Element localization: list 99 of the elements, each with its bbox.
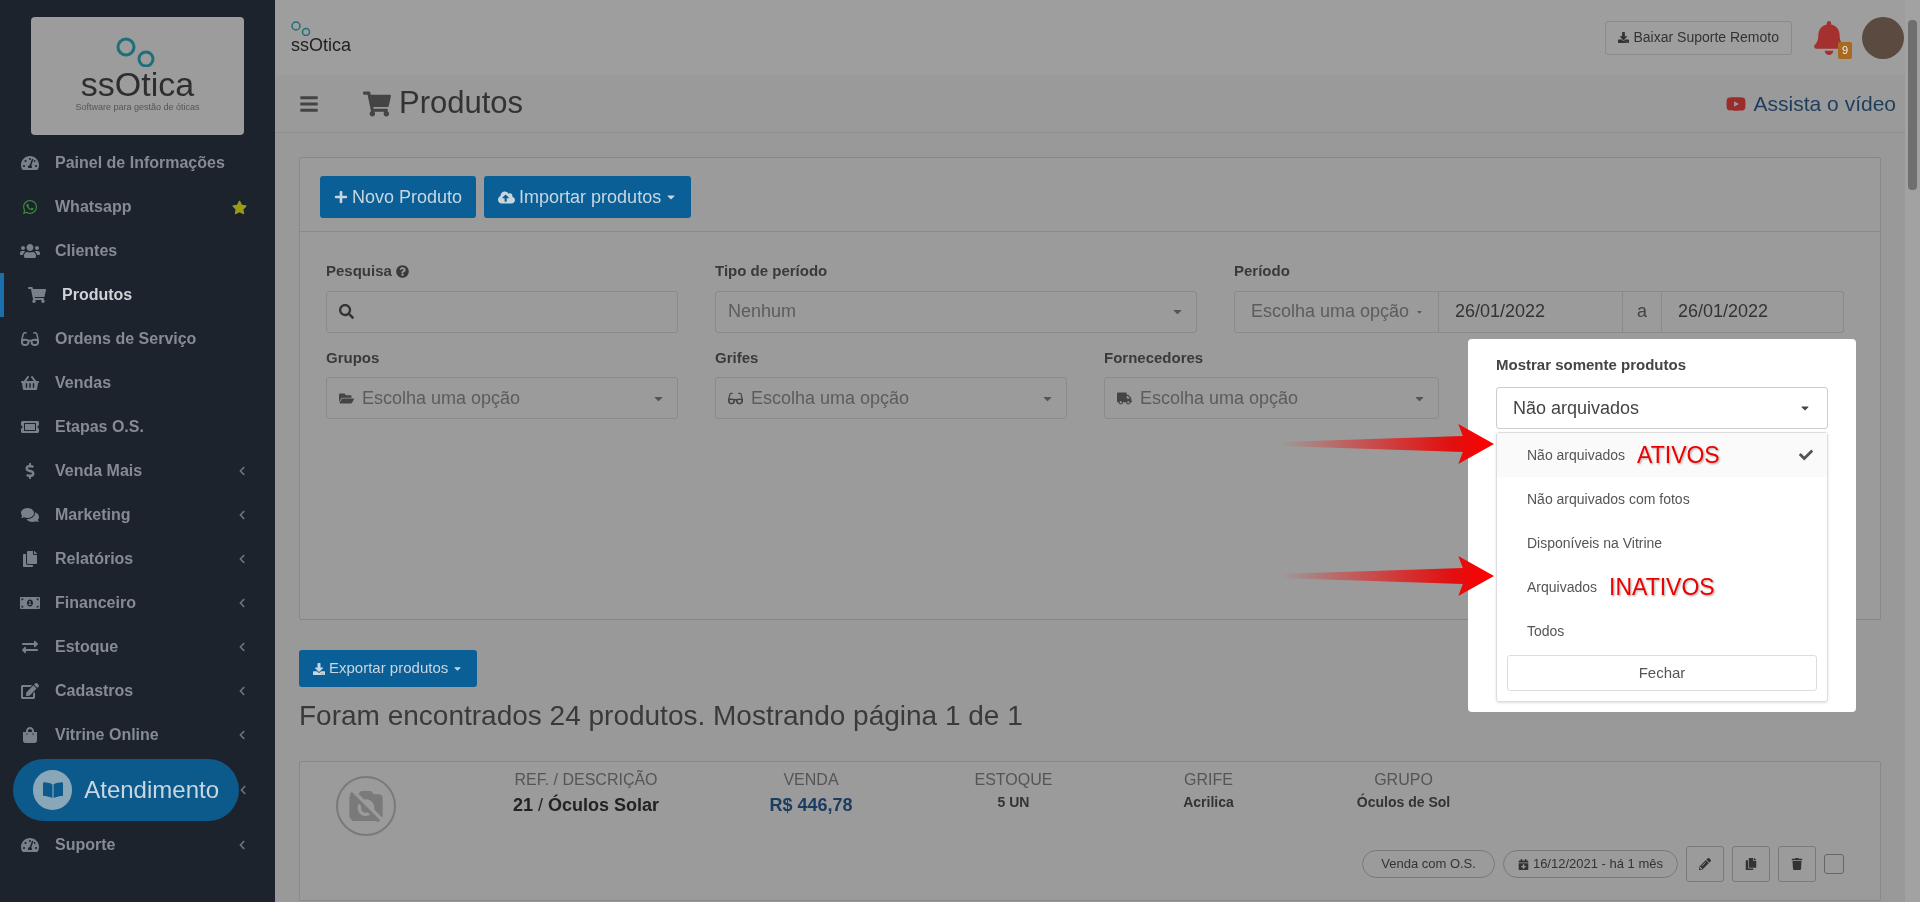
results-summary: Foram encontrados 24 produtos. Mostrando página 1 de 1	[299, 699, 1024, 733]
sidebar-item[interactable]: Estoque	[0, 625, 275, 669]
cart-icon	[27, 287, 47, 303]
sidebar-item[interactable]: Ordens de Serviço	[0, 317, 275, 361]
truck-icon	[1117, 390, 1132, 406]
column-value: 5 UN	[997, 793, 1030, 812]
dropdown-option[interactable]: Não arquivados com fotos	[1497, 477, 1827, 521]
column-header: GRUPO	[1374, 770, 1433, 790]
pencil-icon	[1699, 858, 1711, 870]
edit-icon	[20, 683, 40, 699]
column-value: 21 / Óculos Solar	[512, 793, 660, 817]
sidebar-item[interactable]: Etapas O.S.	[0, 405, 275, 449]
remote-support-button[interactable]: Baixar Suporte Remoto	[1605, 20, 1792, 55]
topbar-logo-text: ssOtica	[291, 36, 351, 54]
close-button[interactable]: Fechar	[1507, 655, 1817, 691]
annotation-label: ATIVOS	[1637, 440, 1720, 470]
sidebar-item[interactable]: Produtos	[0, 273, 275, 317]
gauge-icon	[20, 155, 40, 171]
sidebar-item[interactable]: Cadastros	[0, 669, 275, 713]
ticket-icon	[20, 419, 40, 435]
download-icon	[313, 662, 325, 675]
chat-bubbles-icon	[20, 507, 40, 523]
column-value: R$ 446,78	[769, 794, 853, 817]
search-field[interactable]	[326, 290, 678, 333]
period-type-select[interactable]: Nenhum	[715, 290, 1197, 333]
search-icon	[339, 304, 354, 319]
period-preset-select[interactable]: Escolha uma opção	[1234, 290, 1439, 333]
brands-select[interactable]: Escolha uma opção	[715, 377, 1067, 419]
glasses-icon	[728, 390, 743, 406]
help-icon[interactable]	[395, 264, 409, 278]
video-link[interactable]: Assista o vídeo	[1725, 87, 1896, 120]
cart-icon	[363, 89, 391, 118]
chevron-icon[interactable]	[239, 785, 247, 795]
sidebar-item[interactable]: Vendas	[0, 361, 275, 405]
menu-icon[interactable]	[299, 93, 319, 114]
suppliers-select[interactable]: Escolha uma opção	[1104, 377, 1439, 419]
sidebar-item[interactable]: Clientes	[0, 229, 275, 273]
dropdown-option[interactable]: Não arquivados ATIVOS	[1497, 433, 1827, 477]
field-label: Período	[1234, 261, 1290, 281]
action-button[interactable]: Importar produtos	[484, 176, 692, 218]
dropdown-option[interactable]: Todos	[1497, 609, 1827, 653]
groups-select[interactable]: Escolha uma opção	[326, 377, 678, 419]
avatar[interactable]	[1862, 16, 1904, 59]
column-header: VENDA	[783, 770, 839, 790]
sidebar-item[interactable]: Suporte	[0, 823, 275, 867]
notification-badge: 9	[1837, 42, 1852, 59]
check-icon	[1799, 448, 1813, 462]
export-button[interactable]: Exportar produtos	[299, 650, 478, 687]
logo-tagline: Software para gestão de óticas	[75, 101, 200, 115]
whatsapp-icon	[20, 199, 40, 215]
sidebar-item[interactable]: Painel de Informações	[0, 141, 275, 185]
checkbox[interactable]	[1824, 854, 1844, 874]
glasses-icon	[20, 331, 40, 347]
edit-button[interactable]	[1686, 846, 1724, 882]
column-value: Acrilica	[1183, 793, 1234, 812]
field-label: Mostrar somente produtos	[1496, 356, 1687, 373]
users-icon	[20, 243, 40, 259]
column-header: ESTOQUE	[974, 770, 1053, 790]
logo-text: ssOtica	[80, 67, 195, 102]
dropdown-option[interactable]: Arquivados INATIVOS	[1497, 565, 1827, 609]
arrows-icon	[20, 639, 40, 655]
field-label: Pesquisa	[326, 261, 392, 281]
sidebar-item[interactable]: Financeiro	[0, 581, 275, 625]
plus-icon	[334, 190, 348, 204]
documents-icon	[20, 551, 40, 567]
field-label: Fornecedores	[1104, 347, 1204, 368]
trash-icon	[1791, 858, 1803, 870]
field-label: Grupos	[326, 347, 380, 368]
column-header: GRIFE	[1184, 770, 1233, 790]
bag-icon	[20, 727, 40, 743]
date-separator: a	[1622, 290, 1662, 333]
chat-button[interactable]: Atendimento	[13, 759, 239, 821]
sidebar-item[interactable]: Vitrine Online	[0, 713, 275, 757]
column-header: REF. / DESCRIÇÃO	[514, 769, 658, 790]
duplicate-button[interactable]	[1732, 846, 1770, 882]
sidebar-item[interactable]: Relatórios	[0, 537, 275, 581]
sidebar-item[interactable]: Venda Mais	[0, 449, 275, 493]
delete-button[interactable]	[1778, 846, 1816, 882]
field-label: Tipo de período	[715, 261, 828, 281]
copy-icon	[1745, 858, 1757, 870]
dropdown-option[interactable]: Disponíveis na Vitrine	[1497, 521, 1827, 565]
column-value: Óculos de Sol	[1356, 792, 1451, 812]
sidebar-item[interactable]: Whatsapp	[0, 185, 275, 229]
sidebar-item[interactable]: Marketing	[0, 493, 275, 537]
basket-icon	[20, 375, 40, 391]
date-to-field[interactable]: 26/01/2022	[1662, 290, 1844, 333]
annotation-label: INATIVOS	[1609, 572, 1715, 602]
show-only-select[interactable]: Não arquivados	[1496, 387, 1828, 429]
field-label: Grifes	[715, 347, 759, 368]
logo-rings-icon	[291, 21, 313, 36]
date-from-field[interactable]: 26/01/2022	[1439, 290, 1622, 333]
gauge-icon	[20, 837, 40, 853]
no-photo-icon	[336, 776, 396, 836]
banknote-icon	[20, 595, 40, 611]
download-icon	[1618, 32, 1630, 43]
calendar-icon	[1517, 858, 1529, 870]
book-chat-icon	[33, 770, 73, 810]
action-button[interactable]: Novo Produto	[320, 176, 477, 218]
page-title: Produtos	[399, 84, 524, 123]
